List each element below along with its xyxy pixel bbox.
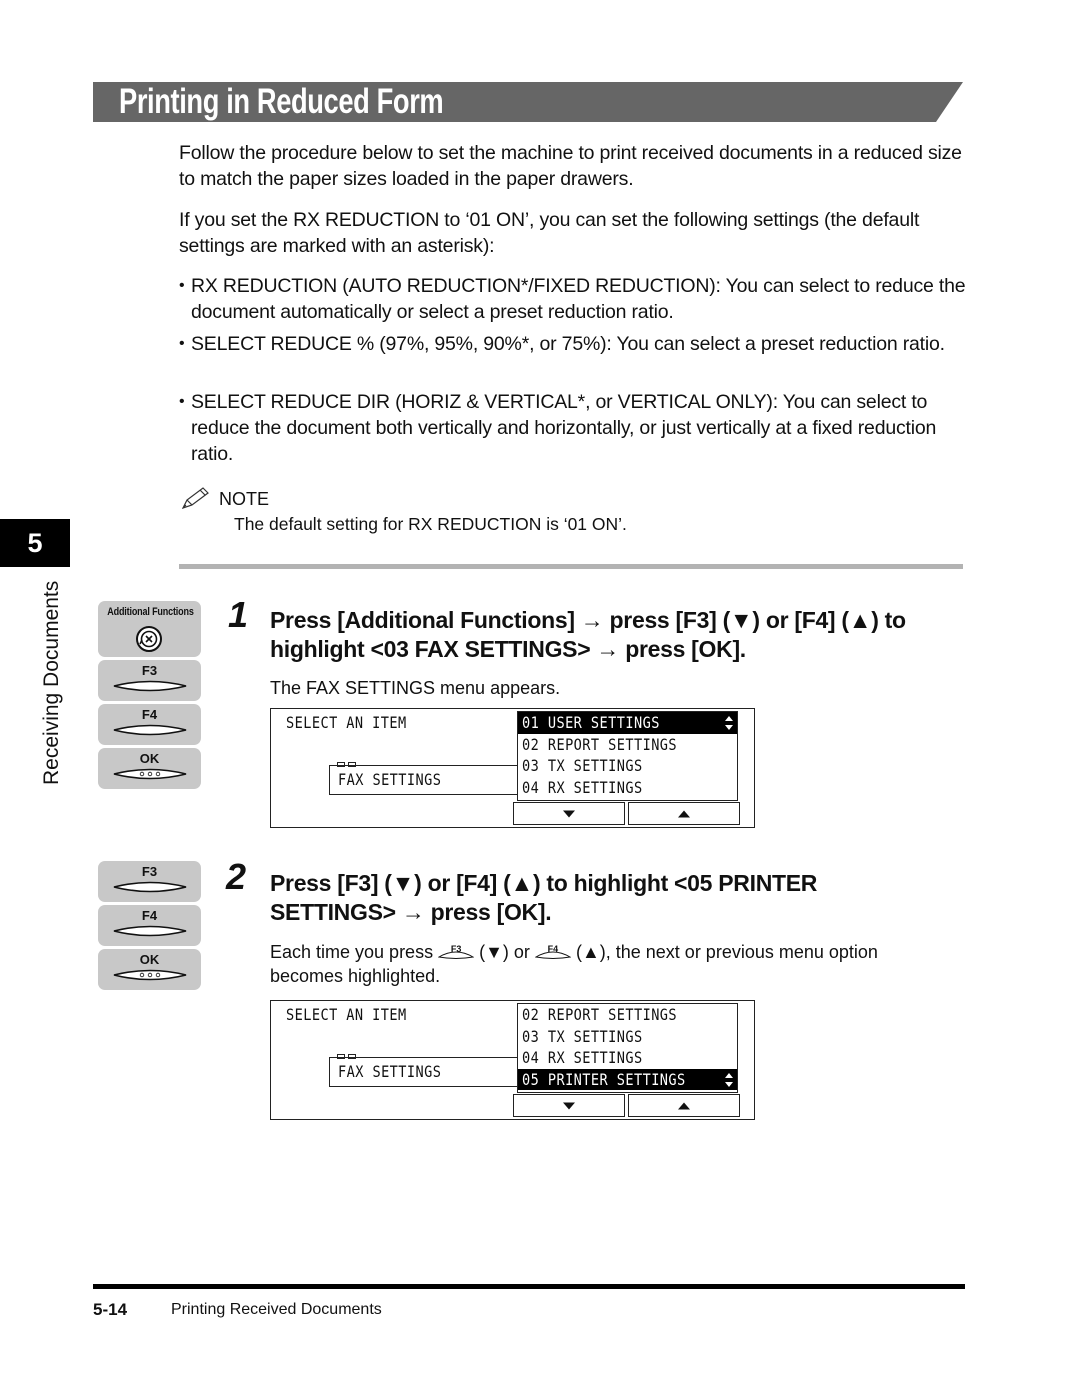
lcd-menu-item[interactable]: 02 REPORT SETTINGS	[518, 734, 737, 756]
chapter-title: Receiving Documents	[40, 580, 63, 785]
pencil-icon	[181, 487, 209, 510]
intro-paragraph-2: If you set the RX REDUCTION to ‘01 ON’, …	[179, 209, 920, 257]
lcd-menu-item[interactable]: 03 TX SETTINGS	[518, 1026, 737, 1048]
triangle-up-icon	[678, 810, 690, 817]
step-title: Press [F3] (▼) or [F4] (▲) to highlight …	[270, 870, 818, 925]
key-button-shape	[113, 969, 187, 981]
bullet-item: • SELECT REDUCE % (97%, 95%, 90%*, or 75…	[179, 331, 969, 357]
lcd-menu-item-label: 05 PRINTER SETTINGS	[522, 1069, 686, 1089]
triangle-down-icon	[563, 1102, 575, 1109]
key-button-shape	[113, 680, 187, 692]
f3-key: F3	[98, 861, 201, 902]
f4-key: F4	[98, 704, 201, 745]
bullet-dot: •	[179, 277, 185, 294]
note-label: NOTE	[219, 489, 270, 509]
key-label: OK	[139, 952, 160, 967]
lcd-up-button[interactable]	[628, 802, 740, 825]
lcd-current-menu-text: FAX SETTINGS	[338, 770, 442, 789]
key-label: F3	[141, 663, 158, 678]
key-label: F4	[141, 707, 158, 722]
lcd-menu-item-label: 02 REPORT SETTINGS	[522, 1005, 678, 1024]
lcd-current-menu-text: FAX SETTINGS	[338, 1062, 442, 1081]
triangle-down-icon	[563, 810, 575, 817]
note-text: The default setting for RX REDUCTION is …	[234, 514, 627, 534]
desc-text: (▲), the next or previous menu option	[575, 942, 878, 962]
lcd-down-button[interactable]	[513, 1094, 625, 1117]
step-number: 1	[228, 594, 249, 635]
step-description-cont: becomes highlighted.	[270, 966, 441, 986]
additional-functions-icon	[136, 626, 162, 652]
lcd-menu-item[interactable]: 04 RX SETTINGS	[518, 1047, 737, 1069]
section-title-bar: Printing in Reduced Form	[93, 82, 963, 122]
bullet-dot: •	[179, 393, 185, 410]
f3-key: F3	[98, 660, 201, 701]
page-title: Printing in Reduced Form	[119, 82, 444, 121]
lcd-heading: SELECT AN ITEM	[286, 1005, 407, 1024]
triangle-up-icon	[678, 1102, 690, 1109]
intro-paragraph-1: Follow the procedure below to set the ma…	[179, 142, 962, 190]
footer-section-title: Printing Received Documents	[171, 1301, 382, 1318]
f4-key-inline-icon: F4	[534, 941, 571, 961]
lcd-screen: SELECT AN ITEM FAX SETTINGS 02 REPORT SE…	[270, 1000, 755, 1120]
key-label: OK	[139, 751, 160, 766]
bullet-text: SELECT REDUCE DIR (HORIZ & VERTICAL*, or…	[191, 391, 937, 465]
lcd-menu-item[interactable]: 04 RX SETTINGS	[518, 777, 737, 799]
ok-key: OK	[98, 949, 201, 990]
step2-keypad: F3 F4 OK	[98, 861, 201, 993]
desc-text: (▼) or	[479, 942, 530, 962]
lcd-menu-item[interactable]: 02 REPORT SETTINGS	[518, 1004, 737, 1026]
key-label: F3	[141, 864, 158, 879]
footer-rule	[93, 1284, 965, 1289]
key-button-shape	[113, 724, 187, 736]
lcd-menu-list: 01 USER SETTINGS 02 REPORT SETTINGS 03 T…	[517, 711, 738, 801]
bullet-text: SELECT REDUCE % (97%, 95%, 90%*, or 75%)…	[191, 333, 945, 355]
page-number: 5-14	[93, 1300, 128, 1319]
key-button-shape	[113, 881, 187, 893]
ok-key: OK	[98, 748, 201, 789]
scroll-updown-icon	[725, 716, 733, 730]
f4-key: F4	[98, 905, 201, 946]
lcd-menu-item-label: 04 RX SETTINGS	[522, 1048, 643, 1067]
step-number: 2	[226, 856, 247, 897]
key-button-shape	[113, 768, 187, 780]
lcd-menu-item-label: 03 TX SETTINGS	[522, 756, 643, 775]
lcd-menu-item-label: 01 USER SETTINGS	[522, 713, 660, 732]
step-description: Each time you press F3 (▼) or F4 (▲), th…	[270, 940, 878, 964]
lcd-menu-item[interactable]: 03 TX SETTINGS	[518, 755, 737, 777]
lcd-menu-item-label: 04 RX SETTINGS	[522, 777, 643, 797]
section-divider	[179, 564, 963, 569]
bullet-text: RX REDUCTION (AUTO REDUCTION*/FIXED REDU…	[191, 275, 966, 323]
f3-key-inline-icon: F3	[438, 941, 475, 961]
lcd-down-button[interactable]	[513, 802, 625, 825]
lcd-menu-item-selected[interactable]: 05 PRINTER SETTINGS	[518, 1068, 737, 1090]
lcd-menu-list: 02 REPORT SETTINGS 03 TX SETTINGS 04 RX …	[517, 1003, 738, 1093]
key-label: F4	[141, 908, 158, 923]
chapter-number-tab: 5	[0, 519, 70, 567]
lcd-current-menu: FAX SETTINGS	[329, 765, 519, 795]
lcd-menu-item-label: 02 REPORT SETTINGS	[522, 734, 678, 754]
bullet-item: • SELECT REDUCE DIR (HORIZ & VERTICAL*, …	[179, 389, 969, 467]
step1-keypad: Additional Functions F3 F4 OK	[98, 601, 201, 792]
step-title: Press [Additional Functions] → press [F3…	[270, 607, 906, 662]
lcd-heading: SELECT AN ITEM	[286, 713, 407, 732]
additional-functions-key: Additional Functions	[98, 601, 201, 657]
lcd-current-menu: FAX SETTINGS	[329, 1057, 519, 1087]
scroll-updown-icon	[725, 1072, 733, 1087]
step-description: The FAX SETTINGS menu appears.	[270, 678, 561, 698]
lcd-screen: SELECT AN ITEM FAX SETTINGS 01 USER SETT…	[270, 708, 755, 828]
desc-text: Each time you press	[270, 942, 434, 962]
key-button-shape	[113, 925, 187, 937]
lcd-up-button[interactable]	[628, 1094, 740, 1117]
lcd-menu-item-label: 03 TX SETTINGS	[522, 1026, 643, 1046]
bullet-item: • RX REDUCTION (AUTO REDUCTION*/FIXED RE…	[179, 273, 969, 325]
bullet-dot: •	[179, 335, 185, 352]
key-label: Additional Functions	[107, 606, 194, 618]
lcd-menu-item-selected[interactable]: 01 USER SETTINGS	[518, 712, 737, 734]
